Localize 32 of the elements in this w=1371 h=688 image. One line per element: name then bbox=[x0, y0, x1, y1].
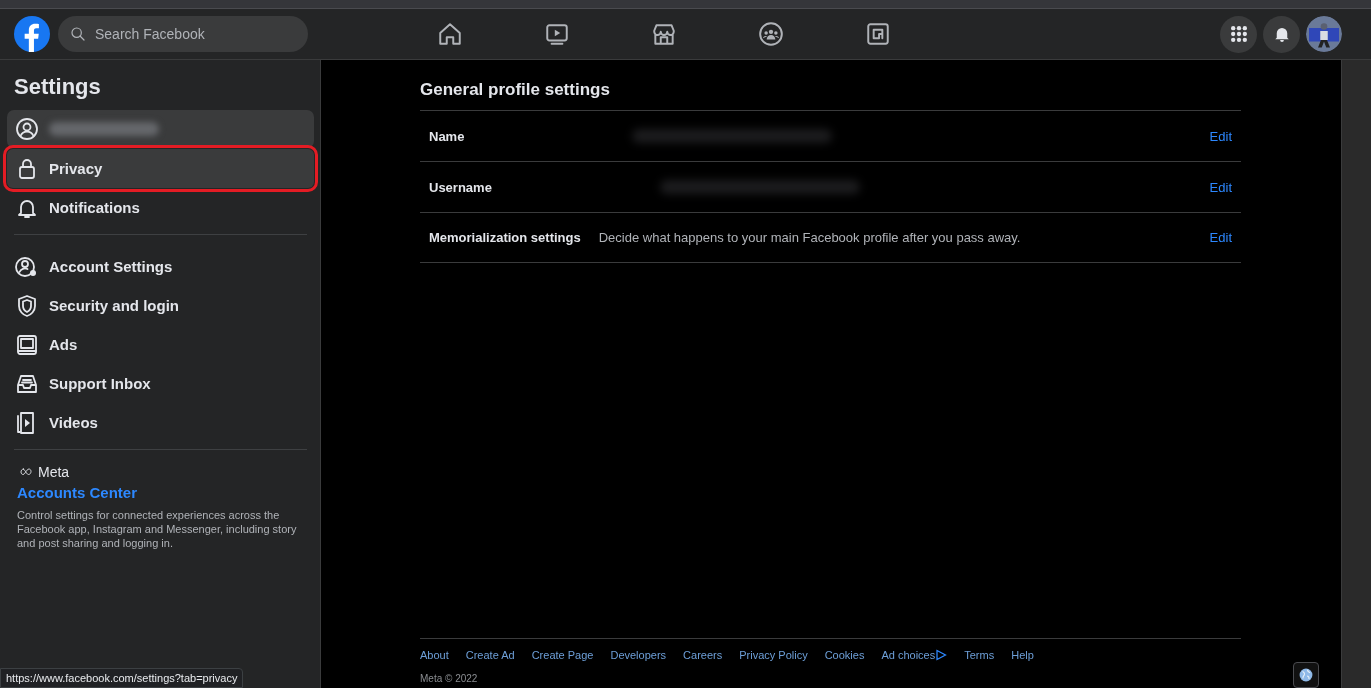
edit-link[interactable]: Edit bbox=[1209, 179, 1232, 195]
edit-link[interactable]: Edit bbox=[1209, 128, 1232, 144]
footer-link[interactable]: Developers bbox=[610, 649, 667, 661]
copyright-text: Meta © 2022 bbox=[420, 673, 479, 684]
footer-link[interactable]: Create Ad bbox=[465, 649, 515, 661]
sidebar-item[interactable]: Security and login bbox=[7, 286, 314, 325]
search-field[interactable]: Search Facebook bbox=[58, 16, 308, 52]
sidebar-item[interactable]: Videos bbox=[7, 403, 314, 442]
sidebar-item[interactable]: Notifications bbox=[7, 188, 314, 227]
footer-link[interactable]: Ad choices bbox=[881, 649, 948, 661]
page-title: Settings bbox=[14, 74, 102, 100]
setting-description: Decide what happens to your main Facebook profile after you pass away. bbox=[598, 230, 1021, 245]
setting-label: Username bbox=[429, 179, 492, 195]
footer-link[interactable]: Create Page bbox=[531, 649, 594, 661]
setting-label: Memorialization settings bbox=[429, 230, 581, 245]
accounts-center-link[interactable]: Accounts Center bbox=[17, 484, 314, 501]
sidebar-item[interactable]: Ads bbox=[7, 325, 314, 364]
sidebar-item[interactable]: Support Inbox bbox=[7, 364, 314, 403]
sidebar-item[interactable]: Account Settings bbox=[7, 247, 314, 286]
accounts-center-description: Control settings for connected experiences across the Facebook app, Instagram and Messenger, including story and post sharing and logging in. bbox=[17, 508, 298, 550]
setting-label: Name bbox=[429, 128, 465, 144]
footer-link[interactable]: Help bbox=[1011, 649, 1034, 661]
edit-link[interactable]: Edit bbox=[1209, 230, 1232, 245]
status-url: https://www.facebook.com/settings?tab=privacy bbox=[0, 668, 244, 688]
footer-link[interactable]: Cookies bbox=[824, 649, 865, 661]
footer-link[interactable]: Careers bbox=[683, 649, 723, 661]
meta-brand: Meta bbox=[38, 464, 70, 480]
footer-link[interactable]: Privacy Policy bbox=[739, 649, 808, 661]
footer-link[interactable]: About bbox=[420, 649, 449, 661]
footer-link[interactable]: Terms bbox=[964, 649, 995, 661]
search-input[interactable]: Search Facebook bbox=[93, 25, 283, 43]
section-title: General profile settings bbox=[420, 80, 611, 100]
